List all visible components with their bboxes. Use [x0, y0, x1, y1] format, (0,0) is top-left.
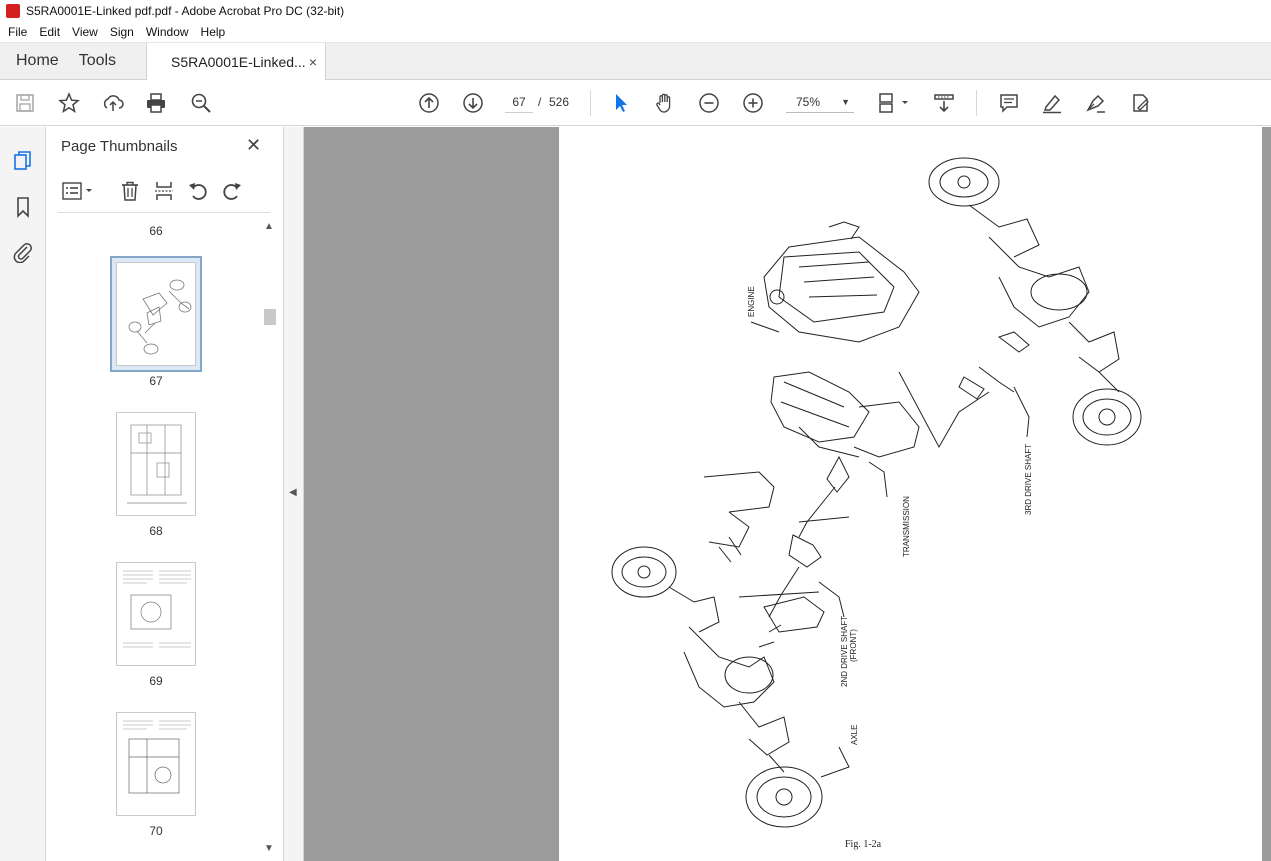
thumbnail-tools	[58, 175, 270, 213]
thumbnail-page[interactable]	[116, 262, 196, 366]
rotate-left-icon[interactable]	[186, 179, 210, 203]
scrollbar-thumb[interactable]	[264, 309, 276, 325]
close-icon[interactable]: ✕	[246, 135, 261, 156]
thumbnail-page[interactable]	[116, 712, 196, 816]
zoom-level-select[interactable]: 75% ▼	[786, 91, 854, 113]
current-page-input[interactable]: 67	[505, 91, 533, 113]
thumbnail-page[interactable]	[116, 412, 196, 516]
scroll-down-icon[interactable]: ▼	[264, 843, 274, 854]
bookmark-icon[interactable]	[11, 195, 35, 219]
star-icon[interactable]	[57, 91, 81, 115]
scroll-mode-icon[interactable]	[932, 91, 956, 115]
total-pages: 526	[549, 95, 570, 109]
collapse-panel-icon[interactable]: ◀	[289, 487, 297, 498]
toolbar-divider	[976, 90, 977, 116]
label-axle: AXLE	[850, 725, 859, 745]
panel-title: Page Thumbnails	[61, 138, 178, 155]
attachment-icon[interactable]	[11, 240, 35, 264]
page-down-icon[interactable]	[461, 91, 485, 115]
thumbnail-label: 69	[149, 674, 163, 688]
sign-icon[interactable]	[1084, 91, 1108, 115]
title-bar: S5RA0001E-Linked pdf.pdf - Adobe Acrobat…	[0, 0, 1271, 22]
panel-splitter[interactable]: ◀	[284, 127, 304, 861]
thumbnails-panel: Page Thumbnails ✕ ▲ ▼ 66 67 68 69 70	[46, 127, 284, 861]
thumbnails-scrollbar[interactable]: ▲ ▼	[262, 221, 276, 857]
thumbnail-label: 68	[149, 524, 163, 538]
zoom-level-value: 75%	[796, 95, 821, 109]
main-toolbar: 67 / 526 75% ▼	[0, 80, 1271, 126]
hand-icon[interactable]	[653, 91, 677, 115]
tab-home[interactable]: Home	[0, 43, 75, 79]
navigation-rail	[0, 127, 46, 861]
fit-page-icon[interactable]	[876, 91, 912, 115]
comment-icon[interactable]	[997, 91, 1021, 115]
chevron-down-icon: ▼	[841, 97, 850, 107]
document-viewer[interactable]: ENGINE 3RD DRIVE SHAFT TRANSMISSION 2ND …	[304, 127, 1271, 861]
tab-close-icon[interactable]: ×	[309, 54, 317, 70]
thumbnail-label: 66	[149, 224, 163, 238]
delete-page-icon[interactable]	[118, 179, 142, 203]
page-thumbnails-icon[interactable]	[11, 149, 35, 173]
upload-icon[interactable]	[101, 91, 125, 115]
page-up-icon[interactable]	[417, 91, 441, 115]
save-icon[interactable]	[13, 91, 37, 115]
menu-sign[interactable]: Sign	[104, 25, 140, 39]
label-front: (FRONT)	[849, 629, 858, 662]
thumbnail-label: 67	[149, 374, 163, 388]
label-engine: ENGINE	[747, 286, 756, 317]
drivetrain-figure: ENGINE 3RD DRIVE SHAFT TRANSMISSION 2ND …	[611, 157, 1142, 850]
menu-file[interactable]: File	[2, 25, 33, 39]
rotate-right-icon[interactable]	[220, 179, 244, 203]
menu-bar: File Edit View Sign Window Help	[0, 22, 1271, 43]
zoom-in-icon[interactable]	[741, 91, 765, 115]
tab-document-label: S5RA0001E-Linked...	[171, 54, 306, 70]
fill-sign-icon[interactable]	[1128, 91, 1152, 115]
menu-window[interactable]: Window	[140, 25, 195, 39]
figure-caption: Fig. 1-2a	[845, 839, 882, 850]
zoom-search-icon[interactable]	[189, 91, 213, 115]
zoom-out-icon[interactable]	[697, 91, 721, 115]
thumbnail-page[interactable]	[116, 562, 196, 666]
tab-tools[interactable]: Tools	[75, 43, 132, 79]
toolbar-divider	[590, 90, 591, 116]
acrobat-app-icon	[6, 4, 20, 18]
label-transmission: TRANSMISSION	[902, 496, 911, 557]
label-3rd-drive-shaft: 3RD DRIVE SHAFT	[1024, 444, 1033, 515]
scroll-up-icon[interactable]: ▲	[264, 221, 274, 232]
label-2nd-drive-shaft: 2ND DRIVE SHAFT	[840, 616, 849, 687]
extract-page-icon[interactable]	[152, 179, 176, 203]
select-cursor-icon[interactable]	[609, 91, 633, 115]
menu-edit[interactable]: Edit	[33, 25, 66, 39]
page-separator: /	[538, 95, 542, 109]
tab-bar: Home Tools S5RA0001E-Linked... ×	[0, 43, 1271, 81]
highlight-icon[interactable]	[1040, 91, 1064, 115]
window-title: S5RA0001E-Linked pdf.pdf - Adobe Acrobat…	[26, 4, 345, 18]
menu-help[interactable]: Help	[195, 25, 232, 39]
thumbnail-label: 70	[149, 824, 163, 838]
options-menu-icon[interactable]	[60, 179, 96, 203]
print-icon[interactable]	[144, 91, 168, 115]
pdf-page: ENGINE 3RD DRIVE SHAFT TRANSMISSION 2ND …	[559, 127, 1262, 861]
menu-view[interactable]: View	[66, 25, 104, 39]
tab-document[interactable]: S5RA0001E-Linked... ×	[146, 43, 327, 81]
